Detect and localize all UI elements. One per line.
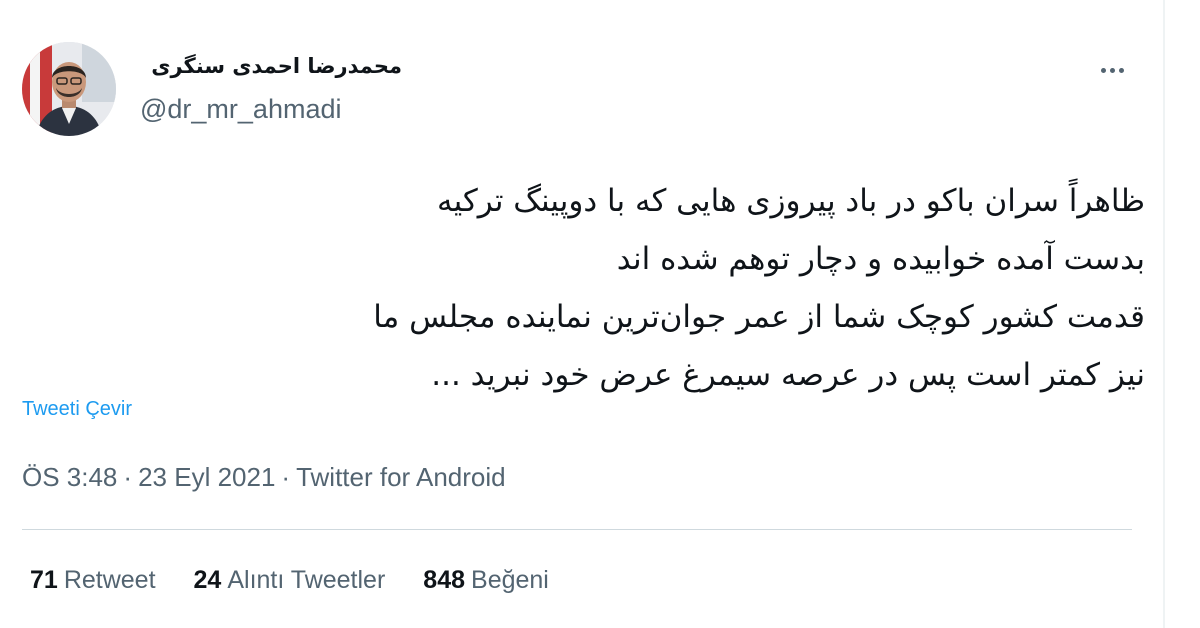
- tweet-text-line: ظاهراً سران باکو در باد پیروزی هایی که ب…: [436, 183, 1145, 219]
- more-options-button[interactable]: [1088, 52, 1136, 88]
- more-horizontal-icon-dot: [1118, 67, 1124, 73]
- retweets-label: Retweet: [63, 566, 156, 594]
- tweet-text-line: نیز کمتر است پس در عرصه سیمرغ عرض خود نب…: [431, 357, 1145, 393]
- likes-count: 848: [423, 566, 466, 594]
- tweet-time[interactable]: ÖS 3:48: [22, 462, 117, 492]
- quote-tweets-count: 24: [193, 566, 222, 594]
- display-name[interactable]: محمدرضا احمدی سنگری: [140, 54, 402, 78]
- avatar-image: [22, 42, 116, 136]
- tweet-stats: 71 Retweet 24 Alıntı Tweetler 848 Beğeni: [30, 566, 587, 595]
- translate-tweet-link[interactable]: Tweeti Çevir: [22, 398, 132, 421]
- divider: [22, 529, 1132, 530]
- user-handle[interactable]: @dr_mr_ahmadi: [140, 94, 342, 125]
- likes-stat[interactable]: 848 Beğeni: [423, 566, 549, 595]
- tweet-source[interactable]: Twitter for Android: [296, 462, 506, 492]
- likes-label: Beğeni: [471, 566, 549, 594]
- tweet-text-line: بدست آمده خوابیده و دچار توهم شده اند: [616, 241, 1145, 277]
- tweet-text-line: قدمت کشور کوچک شما از عمر جوان‌ترین نمای…: [373, 299, 1145, 335]
- more-horizontal-icon-dot: [1109, 67, 1115, 73]
- quote-tweets-label: Alıntı Tweetler: [227, 566, 386, 594]
- quote-tweets-stat[interactable]: 24 Alıntı Tweetler: [194, 566, 386, 595]
- tweet-meta: ÖS 3:48 · 23 Eyl 2021 · Twitter for Android: [22, 462, 506, 493]
- avatar[interactable]: [22, 42, 116, 136]
- retweets-stat[interactable]: 71 Retweet: [30, 566, 156, 595]
- meta-separator: ·: [281, 462, 291, 492]
- retweets-count: 71: [30, 566, 58, 594]
- tweet-date[interactable]: 23 Eyl 2021: [138, 462, 275, 492]
- tweet-text: ظاهراً سران باکو در باد پیروزی هایی که ب…: [100, 172, 1145, 404]
- more-horizontal-icon: [1100, 67, 1106, 73]
- meta-separator: ·: [123, 462, 133, 492]
- tweet-card: محمدرضا احمدی سنگری @dr_mr_ahmadi ظاهراً…: [0, 0, 1165, 628]
